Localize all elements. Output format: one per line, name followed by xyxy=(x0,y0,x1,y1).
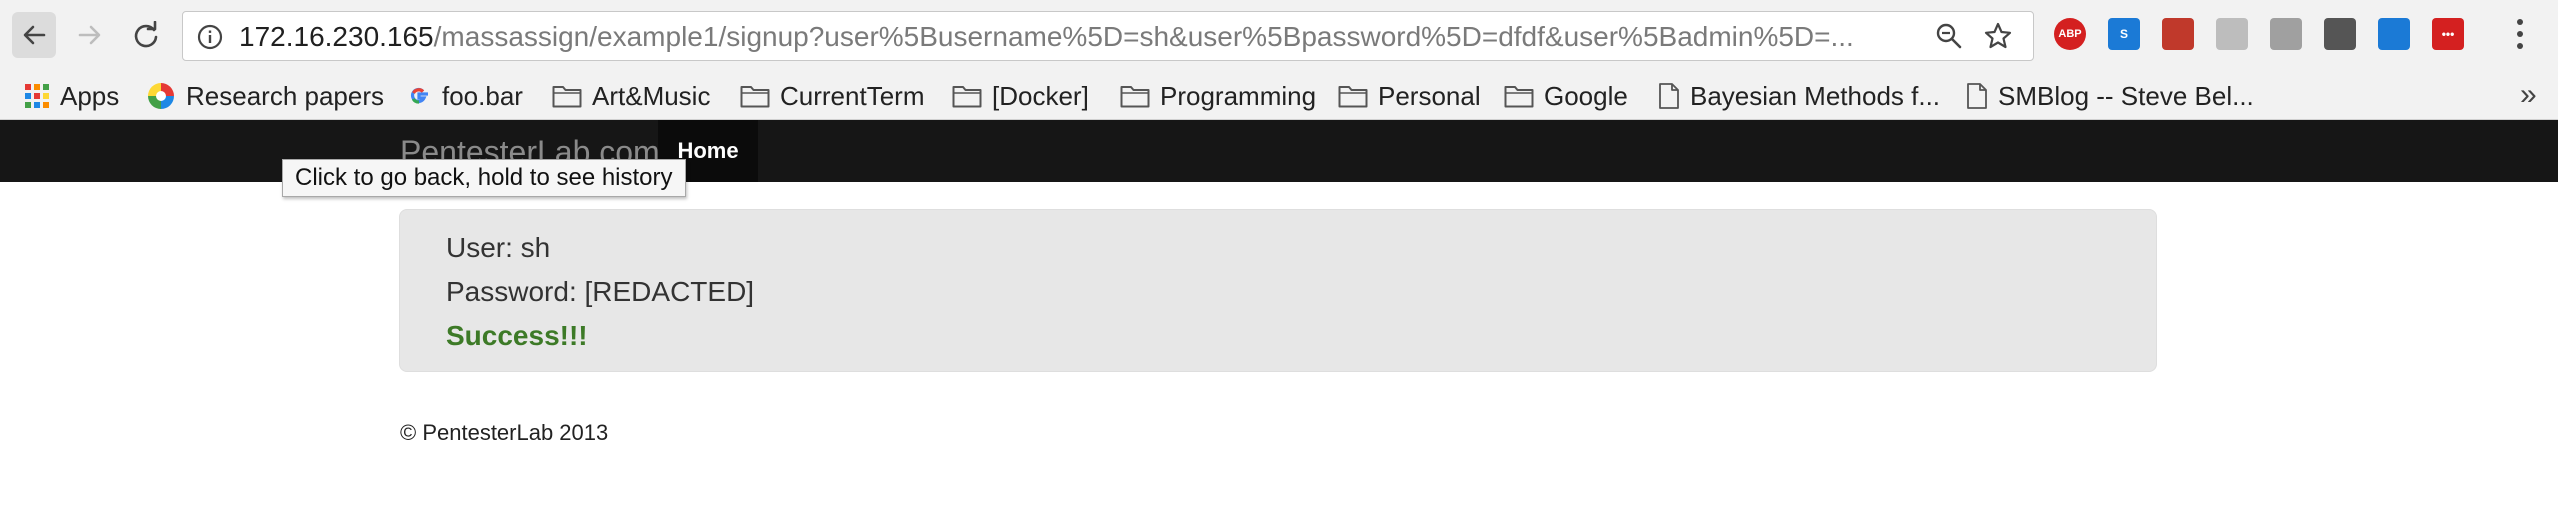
bookmark-foo-bar[interactable]: foo.bar xyxy=(406,72,523,120)
bookmark-label: Personal xyxy=(1378,80,1481,111)
address-bar[interactable]: 172.16.230.165/massassign/example1/signu… xyxy=(182,11,2034,61)
back-button[interactable] xyxy=(12,12,56,58)
back-arrow-icon xyxy=(23,25,46,45)
reload-button[interactable] xyxy=(124,12,168,58)
bookmark-star-icon[interactable] xyxy=(1983,21,2013,51)
bookmark-label: [Docker] xyxy=(992,80,1089,111)
bookmark-apps[interactable]: Apps xyxy=(24,72,119,120)
page-icon xyxy=(1659,83,1679,109)
folder-icon xyxy=(1504,86,1534,108)
folder-icon xyxy=(952,86,982,108)
folder-icon xyxy=(1120,86,1150,108)
url-host: 172.16.230.165 xyxy=(239,21,434,52)
bookmark-folder-personal[interactable]: Personal xyxy=(1338,72,1481,120)
bookmark-label: Research papers xyxy=(186,80,384,111)
bookmark-research-papers[interactable]: Research papers xyxy=(146,72,384,120)
photos-icon xyxy=(148,83,174,109)
folder-icon xyxy=(1338,86,1368,108)
success-message: Success!!! xyxy=(446,320,588,351)
apps-grid-icon xyxy=(25,84,49,108)
bookmark-folder-art-music[interactable]: Art&Music xyxy=(552,72,710,120)
bookmark-label: Bayesian Methods f... xyxy=(1690,80,1941,111)
scrible-icon[interactable]: S xyxy=(2108,18,2140,50)
lightbulb-icon[interactable] xyxy=(2324,18,2356,50)
user-text: User: sh xyxy=(446,232,551,263)
bookmark-bayesian-methods[interactable]: Bayesian Methods f... xyxy=(1658,72,1940,120)
google-icon xyxy=(411,87,428,104)
bookmark-label: CurrentTerm xyxy=(780,80,925,111)
ublock-icon[interactable] xyxy=(2216,18,2248,50)
browser-toolbar: 172.16.230.165/massassign/example1/signu… xyxy=(0,0,2558,72)
forward-button[interactable] xyxy=(68,12,112,58)
bookmark-label: Apps xyxy=(60,80,120,111)
zoom-icon[interactable] xyxy=(1935,22,1963,50)
bookmark-folder-current-term[interactable]: CurrentTerm xyxy=(740,72,924,120)
bookmark-label: Art&Music xyxy=(592,80,711,111)
bookmark-folder-programming[interactable]: Programming xyxy=(1120,72,1316,120)
forward-arrow-icon xyxy=(78,25,101,45)
drive-icon[interactable] xyxy=(2270,18,2302,50)
url-text[interactable]: 172.16.230.165/massassign/example1/signu… xyxy=(239,21,2099,53)
bookmark-label: Programming xyxy=(1160,80,1317,111)
bookmarks-overflow-button[interactable]: » xyxy=(2520,78,2537,112)
folder-icon xyxy=(740,86,770,108)
folder-icon xyxy=(552,86,582,108)
bookmarks-bar: Apps Research papers foo.bar Art&Music C… xyxy=(0,72,2558,120)
reload-icon xyxy=(134,21,158,48)
share-icon[interactable] xyxy=(2378,18,2410,50)
lastpass-icon[interactable]: ••• xyxy=(2432,18,2464,50)
bookmark-label: Google xyxy=(1544,80,1628,111)
bookmark-label: SMBlog -- Steve Bel... xyxy=(1998,80,2254,111)
page-icon xyxy=(1967,83,1987,109)
browser-menu-icon[interactable] xyxy=(2508,14,2532,54)
password-text: Password: [REDACTED] xyxy=(446,276,755,307)
info-icon[interactable] xyxy=(197,24,223,50)
page-footer: © PentesterLab 2013 xyxy=(400,420,609,445)
result-panel: User: sh Password: [REDACTED] Success!!! xyxy=(399,209,2157,372)
adblock-plus-icon[interactable]: ABP xyxy=(2054,18,2086,50)
back-button-tooltip: Click to go back, hold to see history xyxy=(282,159,686,197)
bookmark-ext-icon[interactable] xyxy=(2162,18,2194,50)
bookmark-folder-docker[interactable]: [Docker] xyxy=(952,72,1089,120)
bookmark-label: foo.bar xyxy=(442,80,523,111)
bookmark-smblog[interactable]: SMBlog -- Steve Bel... xyxy=(1966,72,2254,120)
url-path: /massassign/example1/signup?user%5Busern… xyxy=(433,21,1854,52)
bookmark-folder-google[interactable]: Google xyxy=(1504,72,1628,120)
